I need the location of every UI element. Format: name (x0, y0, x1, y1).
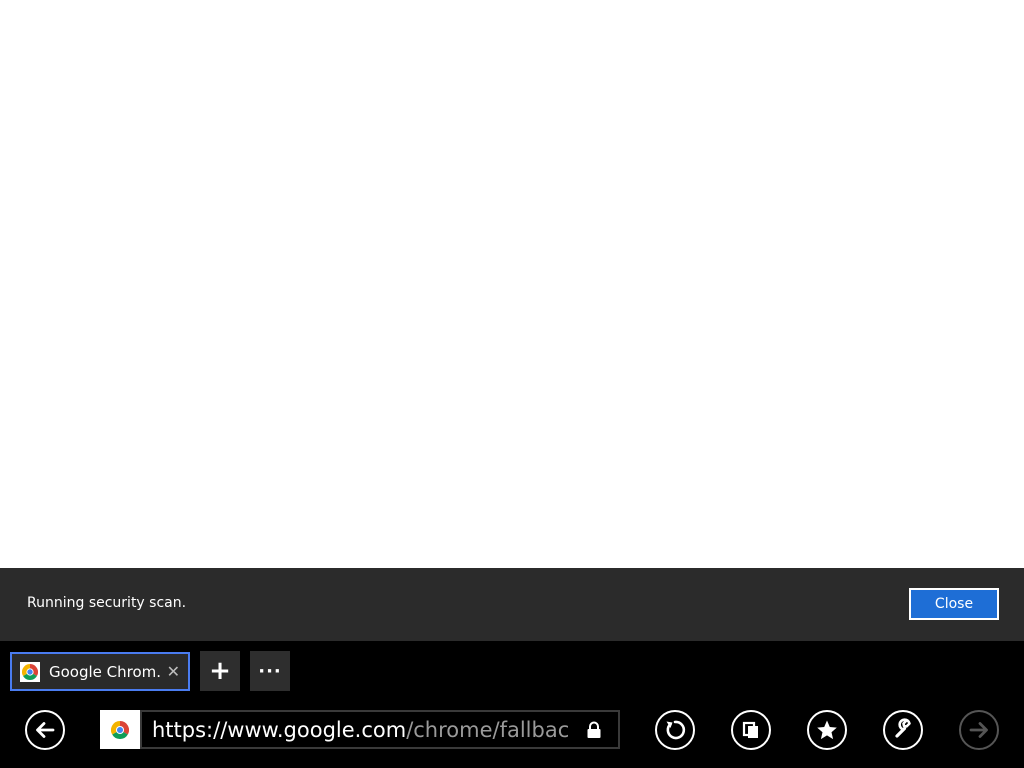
chrome-icon (111, 720, 129, 739)
chrome-icon (20, 661, 40, 682)
new-tab-button[interactable]: + (200, 651, 240, 691)
url-text: https://www.google.com/chrome/fallback/?… (152, 718, 570, 742)
forward-icon (969, 722, 988, 738)
notification-message: Running security scan. (27, 595, 187, 611)
tab-switch-icon (742, 721, 758, 738)
back-button[interactable] (25, 710, 65, 750)
close-button[interactable]: Close (909, 588, 999, 620)
tab-title: Google Chrom... (49, 662, 161, 681)
address-bar[interactable]: https://www.google.com/chrome/fallback/?… (140, 710, 620, 749)
refresh-icon (666, 720, 686, 740)
more-options-button[interactable]: ··· (250, 651, 290, 691)
tab-google-chrome[interactable]: Google Chrom... ✕ (10, 652, 190, 691)
site-icon[interactable] (100, 710, 140, 749)
web-content-area (0, 0, 1024, 568)
refresh-button[interactable] (655, 710, 695, 750)
url-path: /chrome/fallback/?br (406, 717, 570, 742)
tab-switch-button[interactable] (731, 710, 771, 750)
favorites-icon (817, 720, 837, 740)
forward-button[interactable] (959, 710, 999, 750)
favorites-button[interactable] (807, 710, 847, 750)
settings-button[interactable] (883, 710, 923, 750)
url-host: https://www.google.com (152, 717, 407, 742)
notification-bar: Running security scan. (0, 568, 1024, 641)
lock-icon[interactable] (586, 721, 602, 744)
back-icon (36, 722, 55, 738)
settings-icon (895, 718, 911, 738)
close-icon[interactable]: ✕ (167, 662, 180, 681)
